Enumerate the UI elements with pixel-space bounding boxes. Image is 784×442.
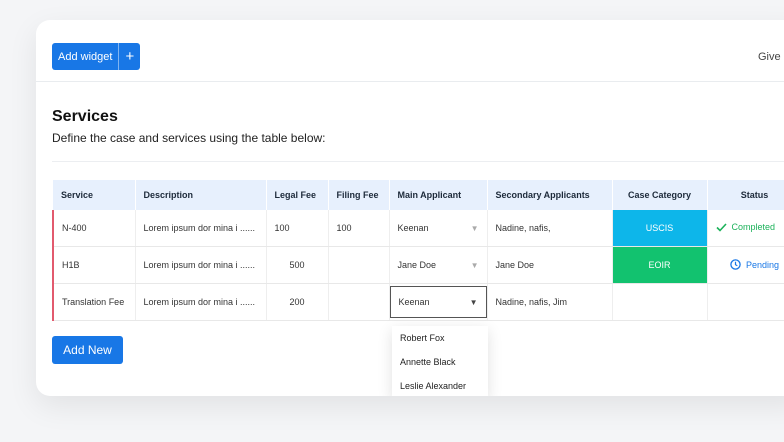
services-table: Service Description Legal Fee Filing Fee… (52, 180, 784, 321)
main-applicant-dropdown: Robert Fox Annette Black Leslie Alexande… (392, 326, 488, 396)
table-row[interactable]: Translation Fee Lorem ipsum dor mina i .… (52, 283, 784, 321)
checkmark-icon (715, 223, 727, 234)
add-widget-label: Add widget (58, 50, 113, 63)
caret-down-icon: ▼ (470, 260, 479, 270)
main-applicant-select[interactable]: Jane Doe ▼ (389, 246, 488, 284)
header-secondary-applicants: Secondary Applicants (487, 180, 613, 210)
case-category-badge: EOIR (612, 246, 708, 284)
cell-service: Translation Fee (52, 283, 136, 321)
cell-description: Lorem ipsum dor mina i ...... (135, 210, 267, 247)
table-row[interactable]: N-400 Lorem ipsum dor mina i ...... 100 … (52, 210, 784, 247)
section-divider (52, 161, 784, 162)
main-card: Add widget + Give I Services Define the … (36, 20, 784, 396)
main-applicant-select[interactable]: Keenan ▼ (389, 210, 488, 247)
cell-service: N-400 (52, 210, 136, 247)
status-label: Completed (731, 222, 776, 233)
case-category-empty (612, 283, 708, 321)
caret-down-icon: ▼ (470, 223, 479, 233)
cell-secondary-applicants: Nadine, nafis, (487, 210, 613, 247)
cell-legal-fee: 200 (266, 283, 329, 321)
cell-legal-fee: 500 (266, 246, 329, 284)
add-new-button[interactable]: Add New (52, 336, 123, 364)
header-case-category: Case Category (612, 180, 708, 210)
dropdown-option[interactable]: Robert Fox (392, 326, 488, 350)
cell-description: Lorem ipsum dor mina i ...... (135, 283, 267, 321)
main-applicant-value: Keenan (398, 297, 430, 307)
cell-service: H1B (52, 246, 136, 284)
header-main-applicant: Main Applicant (389, 180, 488, 210)
page-subtitle: Define the case and services using the t… (52, 131, 326, 145)
top-toolbar: Add widget + Give I (36, 20, 784, 82)
clock-icon (730, 258, 741, 272)
cell-filing-fee (328, 283, 390, 321)
header-filing-fee: Filing Fee (328, 180, 390, 210)
case-category-badge: USCIS (612, 210, 708, 247)
dropdown-option[interactable]: Annette Black (392, 350, 488, 374)
header-service: Service (53, 180, 136, 210)
cell-secondary-applicants: Jane Doe (487, 246, 613, 284)
cell-legal-fee: 100 (266, 210, 329, 247)
table-header-row: Service Description Legal Fee Filing Fee… (53, 180, 784, 210)
status-label: Pending (745, 259, 780, 270)
status-cell: Completed (707, 210, 784, 247)
cell-filing-fee: 100 (328, 210, 390, 247)
status-empty (707, 283, 784, 321)
cell-filing-fee (328, 246, 390, 284)
main-applicant-value: Jane Doe (397, 260, 437, 270)
give-feedback-link[interactable]: Give I (758, 51, 784, 63)
plus-icon: + (125, 48, 135, 65)
status-cell: Pending (707, 246, 784, 284)
add-widget-button[interactable]: Add widget + (52, 43, 141, 70)
header-legal-fee: Legal Fee (266, 180, 329, 210)
header-description: Description (135, 180, 267, 210)
header-status: Status (707, 180, 784, 210)
dropdown-option[interactable]: Leslie Alexander (392, 374, 488, 396)
cell-description: Lorem ipsum dor mina i ...... (135, 246, 267, 284)
table-row[interactable]: H1B Lorem ipsum dor mina i ...... 500 Ja… (52, 246, 784, 284)
main-applicant-value: Keenan (397, 223, 429, 233)
main-applicant-select-open[interactable]: Keenan ▼ (389, 283, 488, 321)
cell-secondary-applicants: Nadine, nafis, Jim (487, 283, 613, 321)
caret-down-icon: ▼ (469, 297, 478, 307)
page-title: Services (52, 108, 118, 125)
